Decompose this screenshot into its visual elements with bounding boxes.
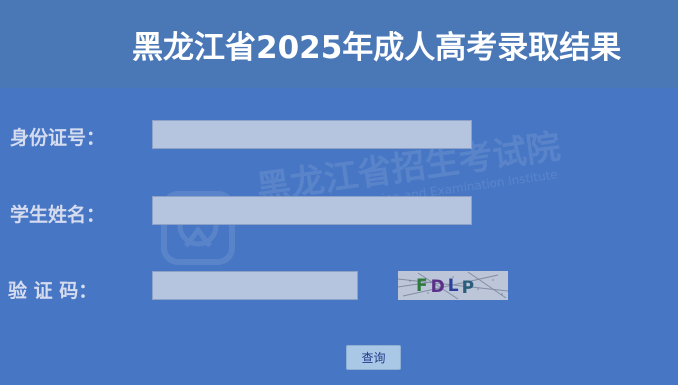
captcha-char-1: F bbox=[416, 276, 428, 296]
page-title: 黑龙江省2025年成人高考录取结果 bbox=[132, 30, 622, 66]
query-button[interactable]: 查询 bbox=[346, 345, 401, 370]
captcha-char-4: P bbox=[462, 278, 474, 298]
id-number-input[interactable] bbox=[152, 120, 472, 149]
page-header: 黑龙江省2025年成人高考录取结果 bbox=[0, 0, 678, 88]
id-number-label: 身份证号： bbox=[10, 127, 106, 149]
captcha-input[interactable] bbox=[152, 271, 358, 300]
student-name-input[interactable] bbox=[152, 196, 472, 225]
student-name-label: 学生姓名： bbox=[10, 204, 106, 226]
captcha-label: 验 证 码： bbox=[8, 280, 98, 302]
captcha-char-3: L bbox=[448, 276, 459, 296]
captcha-char-2: D bbox=[431, 277, 445, 297]
captcha-image[interactable]: FDLP bbox=[398, 271, 508, 300]
